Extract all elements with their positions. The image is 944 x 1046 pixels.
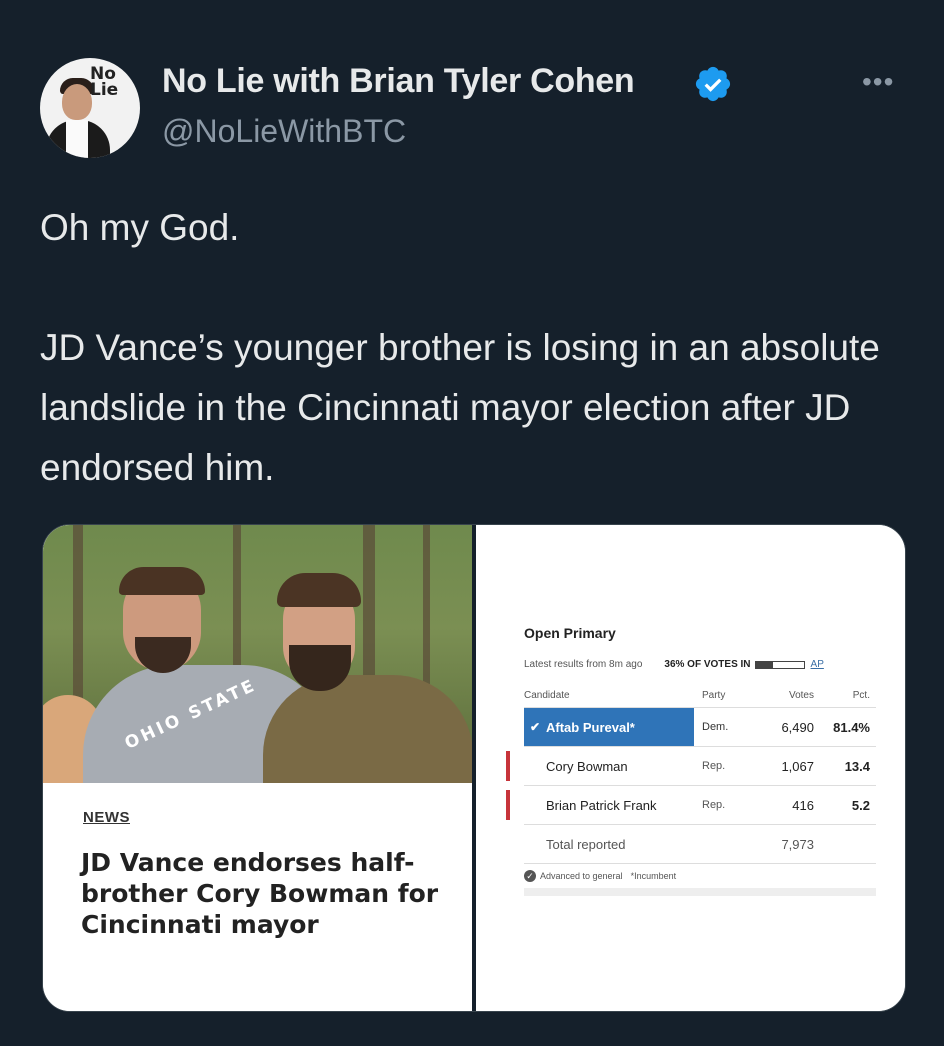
results-meta: Latest results from 8m ago 36% OF VOTES … [524,659,876,670]
candidate-name: Aftab Pureval* [546,719,635,735]
source-link[interactable]: AP [811,659,824,670]
news-headline: JD Vance endorses half-brother Cory Bowm… [81,848,439,939]
check-icon: ✔ [530,720,541,734]
avatar[interactable]: No Lie [40,58,140,158]
verified-badge-icon [695,66,731,102]
news-screenshot[interactable]: OHIO STATE NEWS JD Vance endorses half-b… [43,525,472,1011]
footnote-incumbent: *Incumbent [630,871,677,881]
check-circle-icon: ✓ [524,870,536,882]
results-screenshot[interactable]: Open Primary Latest results from 8m ago … [476,525,905,1011]
votes-cell: 1,067 [781,758,814,774]
candidate-cell: Brian Patrick Frank [506,786,694,824]
more-options-icon[interactable]: ••• [862,66,894,98]
avatar-shirt [66,120,88,158]
votes-cell: 416 [792,797,814,813]
person-jacket [263,675,472,783]
header-votes: Votes [788,690,814,701]
party-cell: Rep. [702,799,726,811]
candidate-name: Cory Bowman [546,758,628,774]
avatar-logo: No Lie [90,64,119,100]
candidate-cell: Cory Bowman [506,747,694,785]
table-row: Cory Bowman Rep. 1,067 13.4 [506,747,876,786]
party-cell: Dem. [702,721,729,733]
total-row: Total reported 7,973 [524,825,876,864]
news-label: NEWS [83,809,130,826]
pct-cell: 81.4% [833,719,870,735]
results-table: Open Primary Latest results from 8m ago … [506,625,876,896]
header-party: Party [702,690,726,701]
results-title: Open Primary [524,625,616,641]
reporting-bar [754,660,805,669]
media-attachment[interactable]: OHIO STATE NEWS JD Vance endorses half-b… [42,524,906,1012]
table-row: Brian Patrick Frank Rep. 416 5.2 [506,786,876,825]
pct-cell: 5.2 [851,797,870,813]
author-name[interactable]: No Lie with Brian Tyler Cohen [162,62,635,101]
votes-cell: 6,490 [781,719,814,735]
reporting-bar-fill [755,661,773,668]
rep-marker [506,790,510,820]
candidate-cell: ✔ Aftab Pureval* [524,708,694,746]
news-photo: OHIO STATE [43,525,472,783]
author-handle[interactable]: @NoLieWithBTC [162,113,406,150]
candidate-name: Brian Patrick Frank [546,797,657,813]
reporting-percent: 36% OF VOTES IN [664,659,751,670]
party-cell: Rep. [702,760,726,772]
avatar-face [62,84,92,120]
header-candidate: Candidate [524,690,570,701]
total-votes: 7,973 [781,836,814,852]
footnote-advanced: Advanced to general [540,871,623,881]
total-label: Total reported [546,836,626,852]
table-header: Candidate Party Votes Pct. [524,690,876,708]
pct-cell: 13.4 [844,758,870,774]
results-footnote: ✓ Advanced to general *Incumbent [524,864,876,896]
table-row: ✔ Aftab Pureval* Dem. 6,490 81.4% [524,708,876,747]
tweet-text: Oh my God. JD Vance’s younger brother is… [40,207,880,488]
latest-results: Latest results from 8m ago [524,659,643,670]
header-pct: Pct. [852,690,870,701]
rep-marker [506,751,510,781]
